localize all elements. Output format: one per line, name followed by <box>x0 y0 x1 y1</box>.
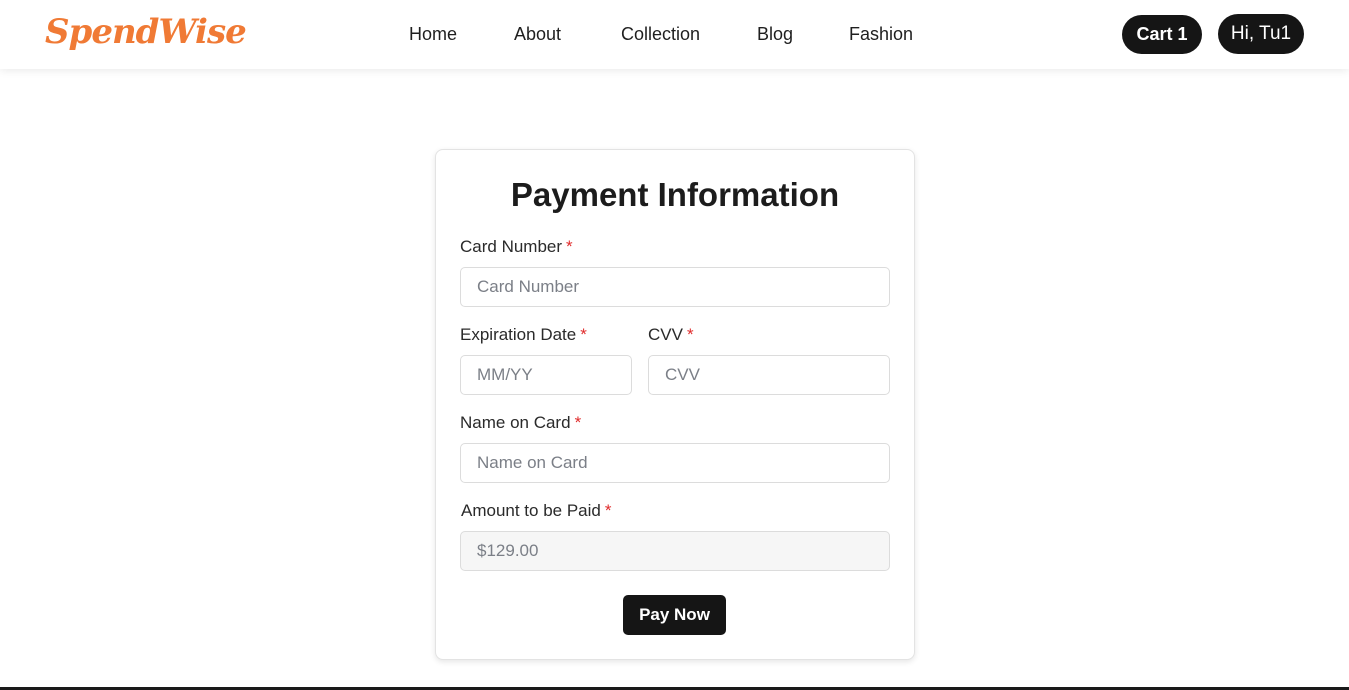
amount-label-text: Amount to be Paid <box>461 501 601 520</box>
name-on-card-label-text: Name on Card <box>460 413 571 432</box>
cvv-input[interactable] <box>648 355 890 395</box>
cvv-label: CVV * <box>648 325 694 345</box>
required-mark: * <box>604 501 612 520</box>
amount-input <box>460 531 890 571</box>
card-number-label: Card Number * <box>460 237 573 257</box>
page-title: Payment Information <box>510 176 840 213</box>
cvv-label-text: CVV <box>648 325 683 344</box>
expiration-date-label: Expiration Date * <box>460 325 587 345</box>
name-on-card-input[interactable] <box>460 443 890 483</box>
required-mark: * <box>566 237 573 256</box>
required-mark: * <box>580 325 587 344</box>
amount-label: Amount to be Paid * <box>461 501 612 521</box>
required-mark: * <box>686 325 694 344</box>
nav-links: Home About Collection Blog Fashion <box>409 24 913 45</box>
nav-about[interactable]: About <box>514 24 621 45</box>
cart-button[interactable]: Cart 1 <box>1122 15 1202 54</box>
pay-now-button[interactable]: Pay Now <box>623 595 726 635</box>
card-number-input[interactable] <box>460 267 890 307</box>
user-menu-button[interactable]: Hi, Tu1 <box>1218 14 1304 54</box>
expiration-date-label-text: Expiration Date <box>460 325 577 344</box>
nav-collection[interactable]: Collection <box>621 24 757 45</box>
nav-home[interactable]: Home <box>409 24 514 45</box>
brand-logo[interactable]: SpendWise <box>45 12 247 52</box>
name-on-card-label: Name on Card * <box>460 413 581 433</box>
expiration-date-input[interactable] <box>460 355 632 395</box>
required-mark: * <box>574 413 582 432</box>
payment-card: Payment Information Card Number* Expirat… <box>435 149 915 660</box>
top-navbar: SpendWise Home About Collection Blog Fas… <box>0 0 1349 69</box>
nav-fashion[interactable]: Fashion <box>849 24 913 45</box>
card-number-label-text: Card Number <box>460 237 563 256</box>
nav-blog[interactable]: Blog <box>757 24 849 45</box>
